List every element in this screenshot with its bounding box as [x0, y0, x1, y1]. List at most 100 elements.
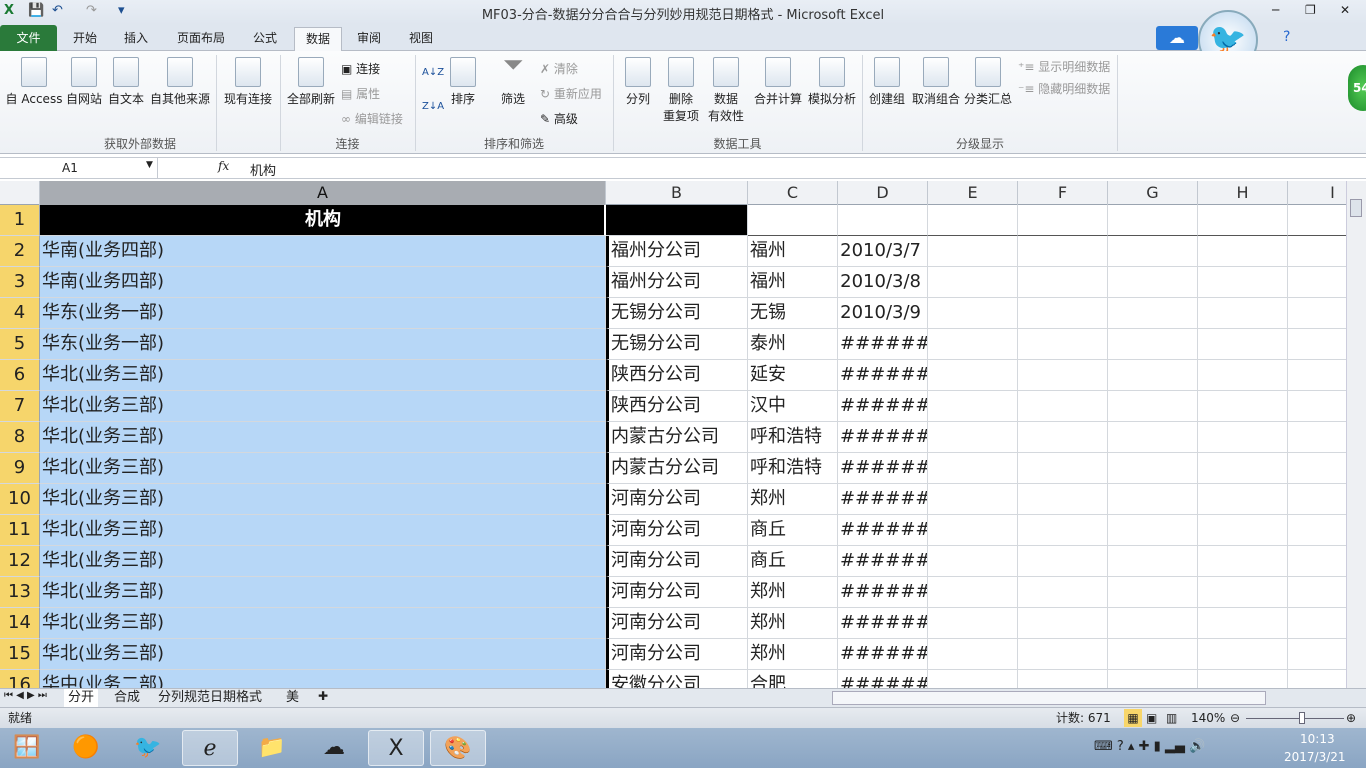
cell-A[interactable]: 华北(业务三部): [40, 546, 606, 577]
cell-G[interactable]: [1108, 329, 1198, 360]
group-button[interactable]: 创建组: [866, 57, 908, 108]
cell-C[interactable]: 合肥: [748, 670, 838, 688]
cell-D[interactable]: ######: [838, 484, 928, 515]
cell-B[interactable]: 河南分公司: [606, 639, 748, 670]
cell-E[interactable]: [928, 546, 1018, 577]
insert-sheet-icon[interactable]: ✚: [318, 689, 328, 703]
show-detail-button[interactable]: ⁺≡ 显示明细数据: [1018, 58, 1110, 75]
close-button[interactable]: ✕: [1340, 3, 1350, 17]
normal-view-icon[interactable]: ▦: [1124, 709, 1142, 727]
cell-I[interactable]: [1288, 360, 1346, 391]
cell-H[interactable]: [1198, 453, 1288, 484]
cell-I[interactable]: [1288, 422, 1346, 453]
cell-E[interactable]: [928, 360, 1018, 391]
cell-D[interactable]: 2010/3/8: [838, 267, 928, 298]
zoom-slider[interactable]: [1246, 718, 1344, 719]
cell-G[interactable]: [1108, 484, 1198, 515]
cell-E[interactable]: [928, 422, 1018, 453]
column-header-C[interactable]: C: [748, 181, 838, 205]
cell-B[interactable]: 福州分公司: [606, 267, 748, 298]
taskbar-app-360[interactable]: 🟠: [58, 730, 114, 766]
cell-F[interactable]: [1018, 484, 1108, 515]
cell-E[interactable]: [928, 608, 1018, 639]
cell-F[interactable]: [1018, 422, 1108, 453]
cell-D[interactable]: ######: [838, 639, 928, 670]
cell-A[interactable]: 华东(业务一部): [40, 298, 606, 329]
cell-H[interactable]: [1198, 236, 1288, 267]
cell-C[interactable]: 福州: [748, 236, 838, 267]
cell-I[interactable]: [1288, 577, 1346, 608]
zoom-slider-thumb[interactable]: [1298, 712, 1305, 724]
cell-A[interactable]: 华北(业务三部): [40, 484, 606, 515]
tab-page-layout[interactable]: 页面布局: [166, 27, 236, 51]
cell-A1[interactable]: 机构: [40, 205, 606, 236]
tab-insert[interactable]: 插入: [113, 27, 159, 51]
cell-I[interactable]: [1288, 329, 1346, 360]
clock-date[interactable]: 2017/3/21: [1284, 750, 1346, 764]
cell-G[interactable]: [1108, 670, 1198, 688]
cell-I[interactable]: [1288, 546, 1346, 577]
cell-B[interactable]: 河南分公司: [606, 577, 748, 608]
select-all-corner[interactable]: [0, 181, 40, 205]
cell-B[interactable]: 河南分公司: [606, 546, 748, 577]
cell-G[interactable]: [1108, 639, 1198, 670]
cell-H[interactable]: [1198, 391, 1288, 422]
from-other-sources-button[interactable]: 自其他来源: [148, 57, 212, 108]
tab-file[interactable]: 文件: [0, 25, 57, 51]
taskbar-paint[interactable]: 🎨: [430, 730, 486, 766]
cell-B[interactable]: 河南分公司: [606, 515, 748, 546]
vertical-scrollbar[interactable]: [1346, 181, 1366, 688]
cell-A[interactable]: 华北(业务三部): [40, 577, 606, 608]
cell-I[interactable]: [1288, 670, 1346, 688]
cell-D1[interactable]: [838, 205, 928, 236]
cell-H[interactable]: [1198, 608, 1288, 639]
row-header[interactable]: 16: [0, 670, 40, 688]
cell-A[interactable]: 华北(业务三部): [40, 422, 606, 453]
tray-icons[interactable]: ⌨ ? ▴ ✚ ▮ ▂▄ 🔊: [1094, 739, 1205, 754]
cell-E[interactable]: [928, 484, 1018, 515]
cell-I[interactable]: [1288, 205, 1346, 236]
cell-G[interactable]: [1108, 267, 1198, 298]
cell-I[interactable]: [1288, 453, 1346, 484]
cell-E[interactable]: [928, 205, 1018, 236]
cell-D[interactable]: ######: [838, 329, 928, 360]
sheet-tab-combine[interactable]: 合成: [110, 689, 144, 707]
cell-C[interactable]: 延安: [748, 360, 838, 391]
cell-D[interactable]: ######: [838, 453, 928, 484]
cell-E[interactable]: [928, 453, 1018, 484]
name-box[interactable]: A1: [0, 158, 158, 178]
formula-input[interactable]: 机构: [250, 160, 276, 179]
cell-G[interactable]: [1108, 577, 1198, 608]
cell-C[interactable]: 呼和浩特: [748, 422, 838, 453]
cell-B1[interactable]: [606, 205, 748, 236]
taskbar-baidu-cloud[interactable]: ☁: [306, 730, 362, 766]
row-header[interactable]: 14: [0, 608, 40, 639]
cell-C1[interactable]: [748, 205, 838, 236]
sheet-tab-split[interactable]: 分开: [64, 689, 99, 707]
cell-B[interactable]: 内蒙古分公司: [606, 453, 748, 484]
sort-descending-button[interactable]: Z↓A: [422, 101, 444, 112]
cell-I[interactable]: [1288, 236, 1346, 267]
row-header[interactable]: 8: [0, 422, 40, 453]
sheet-tab-mei[interactable]: 美: [282, 689, 303, 707]
cell-E[interactable]: [928, 298, 1018, 329]
cell-I[interactable]: [1288, 515, 1346, 546]
cell-B[interactable]: 无锡分公司: [606, 298, 748, 329]
cell-C[interactable]: 无锡: [748, 298, 838, 329]
cell-B[interactable]: 陕西分公司: [606, 391, 748, 422]
cell-D[interactable]: ######: [838, 608, 928, 639]
cell-F[interactable]: [1018, 329, 1108, 360]
what-if-analysis-button[interactable]: 模拟分析: [806, 57, 858, 108]
cell-F[interactable]: [1018, 236, 1108, 267]
cell-G[interactable]: [1108, 298, 1198, 329]
cell-G[interactable]: [1108, 453, 1198, 484]
cell-H[interactable]: [1198, 515, 1288, 546]
zoom-out-icon[interactable]: ⊖: [1230, 708, 1240, 728]
cell-G[interactable]: [1108, 515, 1198, 546]
cell-C[interactable]: 泰州: [748, 329, 838, 360]
from-text-button[interactable]: 自文本: [106, 57, 146, 108]
hide-detail-button[interactable]: ⁻≡ 隐藏明细数据: [1018, 80, 1110, 97]
row-header[interactable]: 3: [0, 267, 40, 298]
taskbar-app-bird[interactable]: 🐦: [120, 730, 176, 766]
zoom-in-icon[interactable]: ⊕: [1346, 708, 1356, 728]
